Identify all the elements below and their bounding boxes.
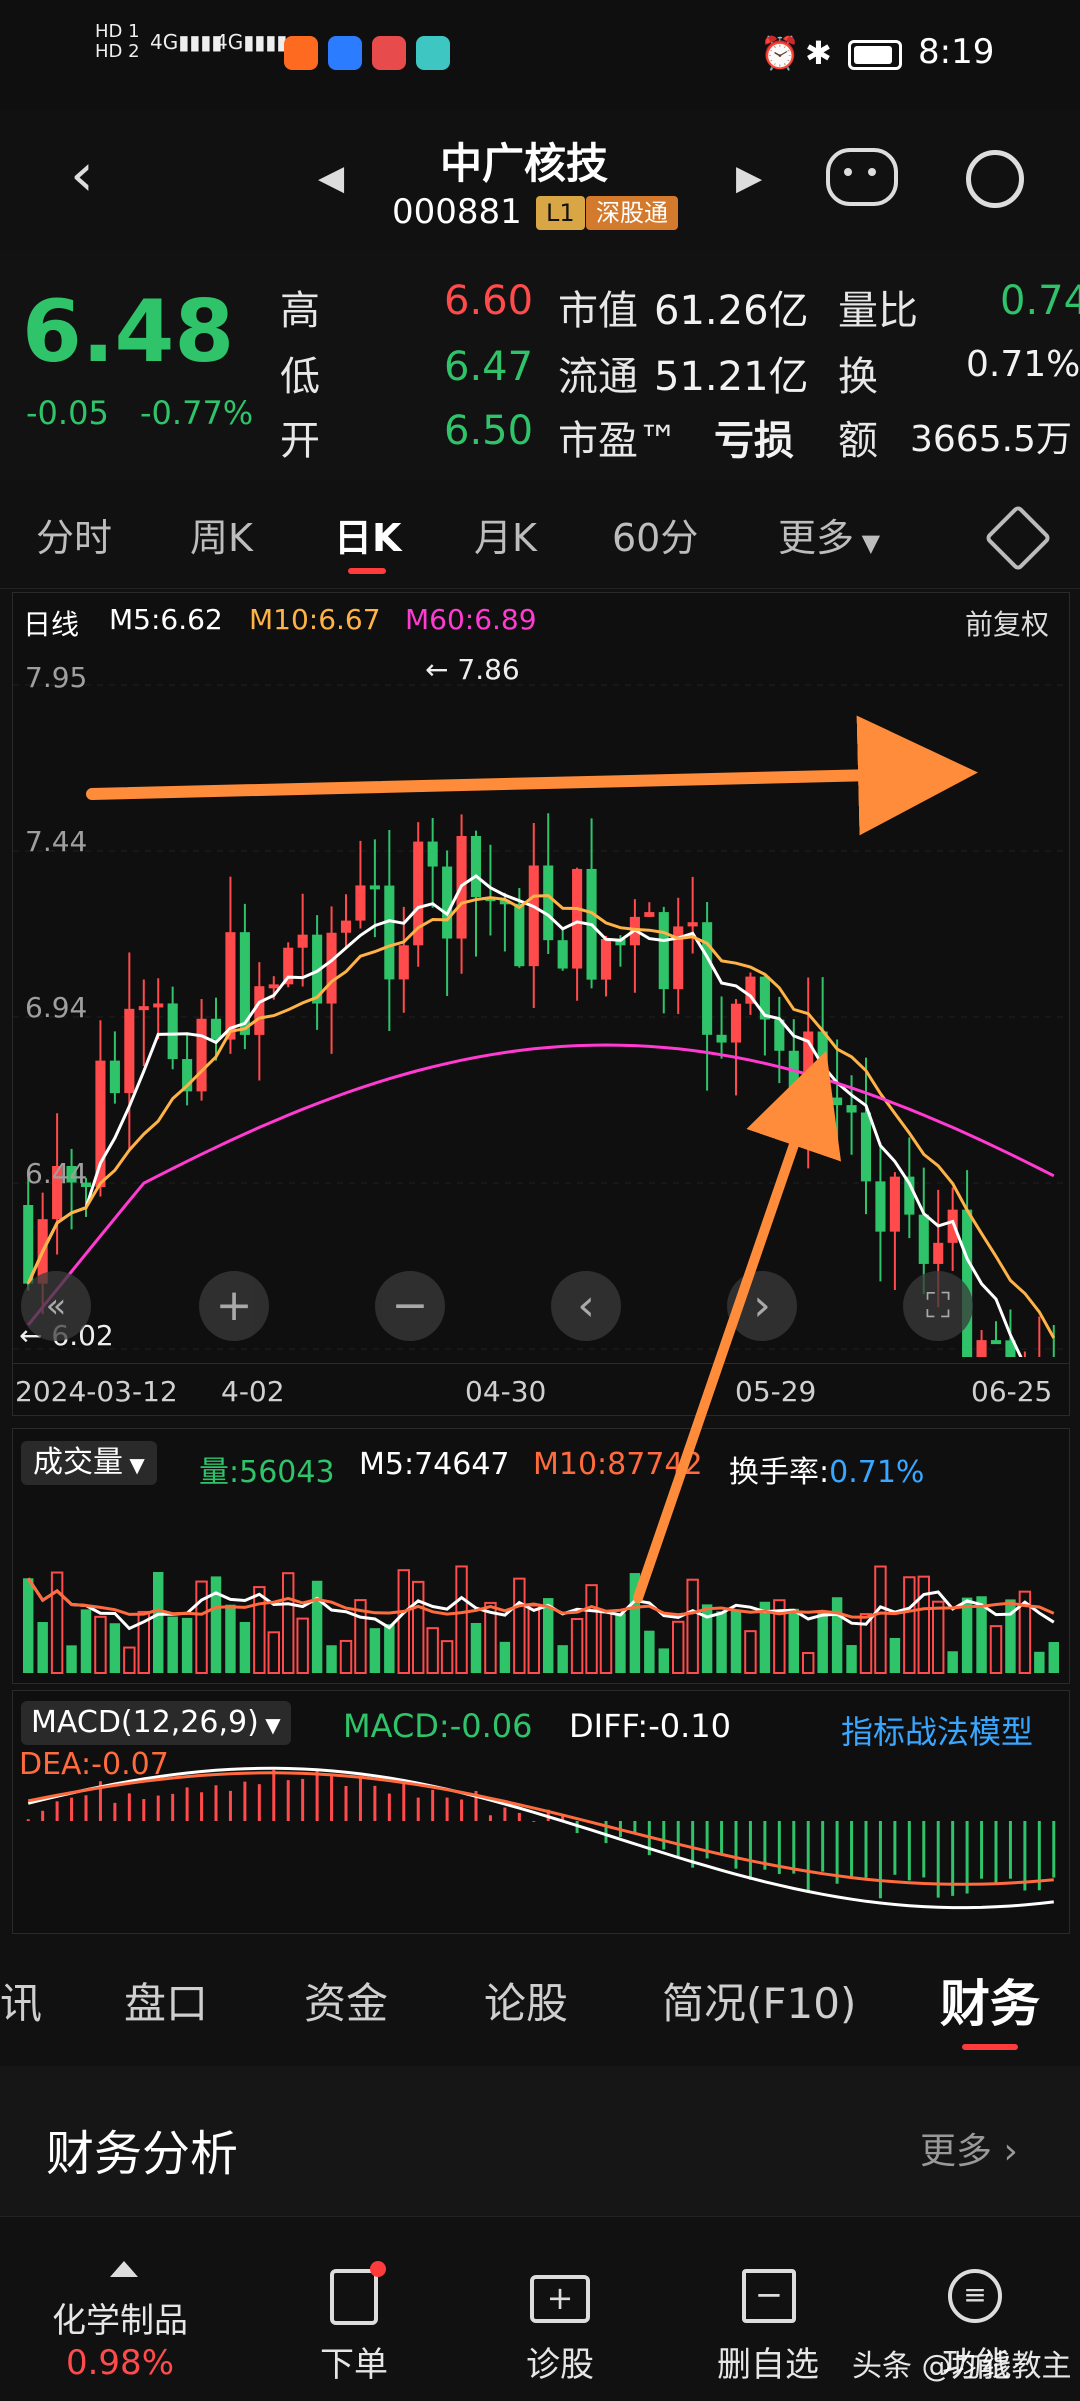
order-badge — [370, 2261, 386, 2277]
breakout-arrow — [633, 1050, 842, 1603]
finance-title: 财务分析 — [46, 2126, 239, 2182]
finance-more-link[interactable]: 更多 › — [920, 2122, 1018, 2174]
info-tabs: 讯 盘口 资金 论股 简况(F10) 财务 — [0, 1944, 1080, 2064]
menu-icon: ≡ — [948, 2269, 1002, 2323]
nav-sector-change: 0.98% — [65, 2343, 174, 2383]
finance-tab-indicator — [962, 2044, 1018, 2050]
bottom-nav: 化学制品 0.98% 下单 + 诊股 − 删自选 ≡ 功能 头条 @均线教主 — [0, 2216, 1080, 2401]
nav-remove-watchlist-label: 删自选 — [717, 2345, 819, 2385]
tab-orderbook[interactable]: 盘口 — [124, 1944, 208, 2064]
nav-remove-watchlist[interactable]: − 删自选 — [660, 2217, 876, 2401]
diagnose-icon: + — [530, 2275, 590, 2323]
nav-order-label: 下单 — [320, 2345, 388, 2385]
nav-sector-label: 化学制品 — [52, 2301, 188, 2341]
nav-diagnose-label: 诊股 — [526, 2345, 594, 2385]
remove-watchlist-icon: − — [742, 2269, 796, 2323]
chevron-right-icon: › — [992, 2131, 1018, 2172]
resistance-arrow — [86, 715, 978, 836]
order-icon — [330, 2261, 386, 2325]
nav-sector[interactable]: 化学制品 0.98% — [0, 2217, 216, 2401]
tab-news[interactable]: 讯 — [0, 1944, 42, 2064]
finance-section: 财务分析 更多 › — [0, 2066, 1080, 2216]
nav-diagnose[interactable]: + 诊股 — [452, 2217, 668, 2401]
tab-discussion[interactable]: 论股 — [484, 1944, 568, 2064]
caret-up-icon — [110, 2261, 138, 2277]
watermark: 头条 @均线教主 — [852, 2349, 1072, 2384]
finance-more-label: 更多 — [920, 2131, 993, 2172]
tab-f10[interactable]: 简况(F10) — [662, 1944, 856, 2064]
nav-order[interactable]: 下单 — [246, 2217, 462, 2401]
tab-capital[interactable]: 资金 — [304, 1944, 388, 2064]
